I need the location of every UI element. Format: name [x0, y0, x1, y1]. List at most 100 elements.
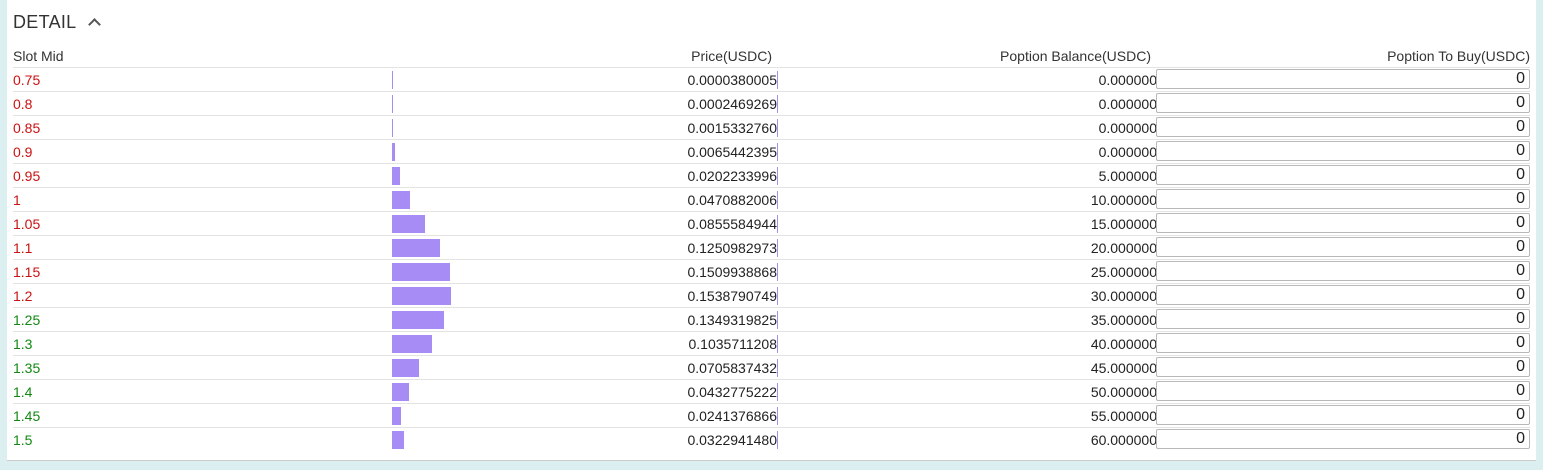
- to-buy-input[interactable]: [1156, 285, 1530, 305]
- slot-mid-value: 1: [13, 192, 21, 208]
- slot-mid-value: 1.35: [13, 360, 41, 376]
- balance-value: 5.000000: [1098, 168, 1157, 184]
- price-value: 0.0002469269: [687, 95, 778, 113]
- chevron-up-icon[interactable]: [88, 18, 102, 31]
- balance-value: 25.000000: [1090, 264, 1157, 280]
- to-buy-input[interactable]: [1156, 141, 1530, 161]
- to-buy-input[interactable]: [1156, 261, 1530, 281]
- table-row: 1.45 0.0241376866 55.000000: [13, 403, 1530, 427]
- price-bar: [392, 383, 409, 401]
- balance-value: 0.000000: [1098, 72, 1157, 88]
- price-bar: [392, 335, 432, 353]
- price-bar: [392, 167, 400, 185]
- balance-value: 60.000000: [1090, 432, 1157, 448]
- table-row: 0.85 0.0015332760 0.000000: [13, 115, 1530, 139]
- table-row: 1.2 0.1538790749 30.000000: [13, 283, 1530, 307]
- price-value: 0.0241376866: [687, 407, 778, 425]
- slot-mid-value: 1.15: [13, 264, 41, 280]
- slot-mid-value: 0.8: [13, 96, 33, 112]
- detail-panel: DETAIL Slot Mid Price(USDC) Poption Bala…: [7, 0, 1536, 461]
- price-bar: [392, 431, 404, 449]
- balance-value: 10.000000: [1090, 192, 1157, 208]
- price-value: 0.1509938868: [687, 263, 778, 281]
- balance-value: 45.000000: [1090, 360, 1157, 376]
- price-value: 0.1250982973: [687, 239, 778, 257]
- table-row: 0.75 0.0000380005 0.000000: [13, 67, 1530, 91]
- balance-value: 40.000000: [1090, 336, 1157, 352]
- balance-value: 0.000000: [1098, 96, 1157, 112]
- table-row: 0.8 0.0002469269 0.000000: [13, 91, 1530, 115]
- slot-mid-value: 1.2: [13, 288, 33, 304]
- column-header-to-buy: Poption To Buy(USDC): [1387, 48, 1530, 64]
- price-value: 0.0470882006: [687, 191, 778, 209]
- price-bar: [392, 119, 393, 137]
- to-buy-input[interactable]: [1156, 357, 1530, 377]
- slot-mid-value: 1.05: [13, 216, 41, 232]
- price-bar: [392, 359, 419, 377]
- slot-mid-value: 1.5: [13, 432, 33, 448]
- table-row: 1 0.0470882006 10.000000: [13, 187, 1530, 211]
- table-row: 1.05 0.0855584944 15.000000: [13, 211, 1530, 235]
- price-bar: [392, 239, 440, 257]
- column-header-balance: Poption Balance(USDC): [1000, 48, 1151, 64]
- to-buy-input[interactable]: [1156, 237, 1530, 257]
- slot-mid-value: 1.1: [13, 240, 33, 256]
- price-value: 0.0202233996: [687, 167, 778, 185]
- table-row: 1.35 0.0705837432 45.000000: [13, 355, 1530, 379]
- price-value: 0.0322941480: [687, 431, 778, 449]
- price-bar: [392, 311, 444, 329]
- price-bar: [392, 263, 450, 281]
- price-value: 0.0855584944: [687, 215, 778, 233]
- table-row: 1.3 0.1035711208 40.000000: [13, 331, 1530, 355]
- column-header-price: Price(USDC): [691, 48, 772, 64]
- to-buy-input[interactable]: [1156, 117, 1530, 137]
- slot-mid-value: 1.45: [13, 408, 41, 424]
- balance-value: 50.000000: [1090, 384, 1157, 400]
- price-value: 0.1349319825: [687, 311, 778, 329]
- to-buy-input[interactable]: [1156, 405, 1530, 425]
- table-row: 0.95 0.0202233996 5.000000: [13, 163, 1530, 187]
- slot-mid-value: 0.85: [13, 120, 41, 136]
- price-bar: [392, 95, 393, 113]
- price-bar: [392, 407, 401, 425]
- balance-value: 30.000000: [1090, 288, 1157, 304]
- to-buy-input[interactable]: [1156, 381, 1530, 401]
- price-value: 0.1035711208: [688, 335, 778, 353]
- balance-value: 20.000000: [1090, 240, 1157, 256]
- column-header-slot-mid: Slot Mid: [13, 48, 64, 64]
- price-value: 0.0065442395: [687, 143, 778, 161]
- price-value: 0.1538790749: [687, 287, 778, 305]
- price-value: 0.0015332760: [687, 119, 778, 137]
- slot-mid-value: 1.3: [13, 336, 33, 352]
- to-buy-input[interactable]: [1156, 309, 1530, 329]
- detail-title: DETAIL: [13, 11, 77, 32]
- to-buy-input[interactable]: [1156, 333, 1530, 353]
- balance-value: 15.000000: [1090, 216, 1157, 232]
- slot-mid-value: 0.75: [13, 72, 41, 88]
- price-bar: [392, 71, 393, 89]
- slot-mid-value: 0.9: [13, 144, 33, 160]
- price-value: 0.0000380005: [687, 71, 778, 89]
- price-bar: [392, 287, 451, 305]
- price-value: 0.0705837432: [687, 359, 778, 377]
- to-buy-input[interactable]: [1156, 69, 1530, 89]
- balance-value: 0.000000: [1098, 144, 1157, 160]
- detail-header[interactable]: DETAIL: [13, 10, 102, 34]
- balance-value: 55.000000: [1090, 408, 1157, 424]
- to-buy-input[interactable]: [1156, 93, 1530, 113]
- detail-table-body: 0.750.00003800050.0000000.80.00024692690…: [13, 67, 1530, 451]
- slot-mid-value: 1.4: [13, 384, 33, 400]
- to-buy-input[interactable]: [1156, 213, 1530, 233]
- to-buy-input[interactable]: [1156, 189, 1530, 209]
- table-row: 1.15 0.1509938868 25.000000: [13, 259, 1530, 283]
- balance-value: 0.000000: [1098, 120, 1157, 136]
- slot-mid-value: 0.95: [13, 168, 41, 184]
- to-buy-input[interactable]: [1156, 165, 1530, 185]
- slot-mid-value: 1.25: [13, 312, 41, 328]
- table-row: 1.4 0.0432775222 50.000000: [13, 379, 1530, 403]
- table-row: 1.5 0.0322941480 60.000000: [13, 427, 1530, 451]
- price-value: 0.0432775222: [687, 383, 778, 401]
- price-bar: [392, 215, 425, 233]
- price-bar: [392, 143, 395, 161]
- to-buy-input[interactable]: [1156, 429, 1530, 449]
